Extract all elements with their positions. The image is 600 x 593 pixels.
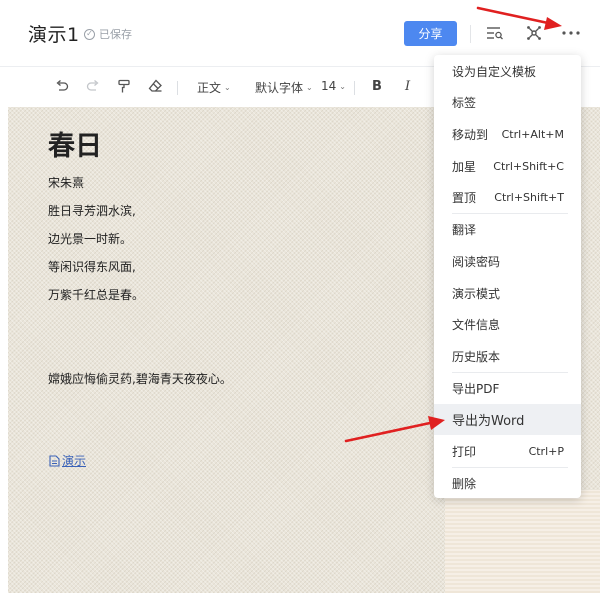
chevron-down-icon: ⌄ — [306, 83, 313, 92]
menu-item-export-pdf[interactable]: 导出PDF — [434, 374, 581, 402]
poem-line[interactable]: 等闲识得东风面, — [48, 258, 136, 275]
menu-item-translate[interactable]: 翻译 — [434, 215, 581, 243]
paragraph-style-label: 正文 — [197, 81, 222, 95]
more-menu: 设为自定义模板 标签 移动到 Ctrl+Alt+M 加星 Ctrl+Shift+C … — [434, 55, 581, 498]
menu-item-shortcut: Ctrl+Alt+M — [501, 127, 564, 141]
extra-line[interactable]: 嫦娥应悔偷灵药,碧海青天夜夜心。 — [48, 370, 232, 387]
menu-item-label: 打印 — [452, 444, 477, 459]
menu-item-history[interactable]: 历史版本 — [434, 342, 581, 370]
menu-item-star[interactable]: 加星 Ctrl+Shift+C — [434, 152, 581, 180]
menu-item-label: 移动到 — [452, 127, 489, 142]
share-button[interactable]: 分享 — [404, 21, 457, 46]
toolbar-divider — [354, 81, 355, 95]
menu-item-export-word[interactable]: 导出为Word — [434, 404, 581, 435]
poem-title[interactable]: 春日 — [48, 124, 102, 163]
format-painter-icon[interactable] — [117, 79, 131, 94]
font-family-label: 默认字体 — [255, 81, 304, 95]
menu-divider — [452, 372, 568, 373]
menu-item-label: 置顶 — [452, 190, 477, 205]
saved-status-label: 已保存 — [99, 28, 132, 41]
menu-item-label: 设为自定义模板 — [452, 64, 537, 79]
menu-item-presentation-mode[interactable]: 演示模式 — [434, 279, 581, 307]
redo-icon[interactable] — [86, 79, 100, 93]
more-icon[interactable] — [560, 22, 582, 44]
menu-item-tags[interactable]: 标签 — [434, 88, 581, 116]
menu-divider — [452, 467, 568, 468]
font-size-select[interactable]: 14 ⌄ — [321, 79, 346, 93]
menu-item-label: 演示模式 — [452, 286, 501, 301]
menu-item-label: 删除 — [452, 476, 477, 491]
menu-item-move-to[interactable]: 移动到 Ctrl+Alt+M — [434, 120, 581, 148]
menu-item-shortcut: Ctrl+Shift+T — [494, 190, 564, 204]
menu-item-set-template[interactable]: 设为自定义模板 — [434, 57, 581, 85]
doc-title[interactable]: 演示1 — [28, 20, 80, 47]
menu-item-label: 历史版本 — [452, 349, 501, 364]
outline-search-icon[interactable] — [484, 22, 506, 44]
menu-item-label: 标签 — [452, 95, 477, 110]
toolbar-divider — [177, 81, 178, 95]
menu-item-print[interactable]: 打印 Ctrl+P — [434, 437, 581, 465]
menu-item-shortcut: Ctrl+Shift+C — [493, 159, 564, 173]
font-family-select[interactable]: 默认字体 ⌄ — [255, 79, 313, 96]
bold-button[interactable]: B — [372, 79, 382, 94]
poem-author[interactable]: 宋朱熹 — [48, 174, 84, 191]
menu-item-pin[interactable]: 置顶 Ctrl+Shift+T — [434, 183, 581, 211]
paragraph-style-select[interactable]: 正文 ⌄ — [197, 79, 231, 96]
menu-item-shortcut: Ctrl+P — [528, 444, 564, 458]
poem-line[interactable]: 胜日寻芳泗水滨, — [48, 202, 136, 219]
mindmap-icon[interactable] — [523, 22, 545, 44]
font-size-label: 14 — [321, 79, 337, 93]
menu-item-label: 导出PDF — [452, 381, 500, 396]
menu-item-label: 加星 — [452, 159, 477, 174]
italic-button[interactable]: I — [405, 79, 410, 94]
check-circle-icon: ✓ — [84, 28, 95, 40]
doc-link-label: 演示 — [62, 454, 87, 468]
chevron-down-icon: ⌄ — [339, 81, 346, 91]
menu-item-file-info[interactable]: 文件信息 — [434, 310, 581, 338]
header-divider — [470, 25, 471, 43]
undo-icon[interactable] — [55, 79, 69, 93]
poem-line[interactable]: 边光景一时新。 — [48, 230, 132, 247]
menu-item-delete[interactable]: 删除 — [434, 469, 581, 497]
menu-item-label: 文件信息 — [452, 317, 501, 332]
poem-line[interactable]: 万紫千红总是春。 — [48, 286, 144, 303]
menu-item-label: 阅读密码 — [452, 254, 501, 269]
eraser-icon[interactable] — [148, 79, 163, 93]
saved-status: ✓ 已保存 — [84, 26, 132, 42]
menu-item-label: 翻译 — [452, 222, 477, 237]
menu-item-label: 导出为Word — [452, 414, 525, 429]
doc-link[interactable]: 演示 — [49, 452, 86, 469]
chevron-down-icon: ⌄ — [224, 83, 231, 92]
document-icon — [49, 454, 60, 467]
menu-divider — [452, 213, 568, 214]
menu-item-read-password[interactable]: 阅读密码 — [434, 247, 581, 275]
canvas-texture-edge — [445, 490, 600, 593]
